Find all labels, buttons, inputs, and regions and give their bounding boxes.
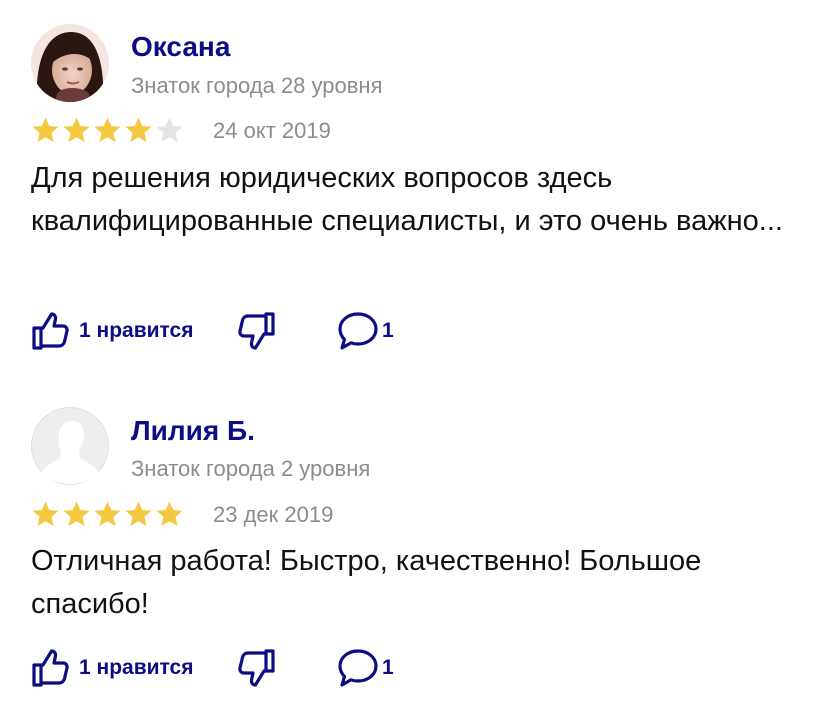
- user-photo-icon: [31, 24, 109, 102]
- avatar[interactable]: [31, 407, 109, 485]
- star-filled-icon: [32, 501, 59, 526]
- rating-stars: [31, 500, 184, 530]
- thumbs-up-icon: [32, 312, 69, 350]
- comment-bubble-icon: [338, 649, 378, 687]
- default-user-icon: [31, 407, 109, 485]
- thumbs-down-icon: [238, 649, 275, 687]
- star-filled-icon: [125, 501, 152, 526]
- star-filled-icon: [125, 117, 152, 142]
- star-empty-icon: [156, 117, 183, 142]
- star-filled-icon: [94, 501, 121, 526]
- review-text: Отличная работа! Быстро, качественно! Бо…: [31, 545, 702, 620]
- comments-button[interactable]: 1: [336, 646, 394, 690]
- author-name[interactable]: Оксана: [131, 30, 230, 64]
- review-date: 23 дек 2019: [213, 502, 334, 527]
- avatar[interactable]: [31, 24, 109, 102]
- like-label: 1 нравится: [79, 656, 194, 679]
- thumbs-down-icon: [238, 312, 275, 350]
- review-date: 24 окт 2019: [213, 118, 331, 143]
- review-actions: 1 нравится 1: [31, 309, 431, 353]
- dislike-button[interactable]: [236, 646, 276, 690]
- comments-count: 1: [382, 656, 394, 679]
- star-filled-icon: [156, 501, 183, 526]
- star-filled-icon: [32, 117, 59, 142]
- star-filled-icon: [63, 117, 90, 142]
- review-text: Для решения юридических вопросов здесь к…: [31, 162, 783, 237]
- star-filled-icon: [63, 501, 90, 526]
- thumbs-up-icon: [32, 649, 69, 687]
- review-card: Лилия Б. Знаток города 2 уровня 23 дек 2…: [0, 390, 828, 715]
- dislike-button[interactable]: [236, 309, 276, 353]
- star-filled-icon: [94, 117, 121, 142]
- review-card: Оксана Знаток города 28 уровня 24 окт 20…: [0, 0, 828, 370]
- author-level: Знаток города 28 уровня: [131, 73, 383, 98]
- comments-count: 1: [382, 319, 394, 342]
- author-name[interactable]: Лилия Б.: [131, 414, 255, 448]
- like-button[interactable]: 1 нравится: [31, 309, 193, 353]
- review-actions: 1 нравится 1: [31, 646, 431, 690]
- comments-button[interactable]: 1: [336, 309, 394, 353]
- like-label: 1 нравится: [79, 319, 194, 342]
- like-button[interactable]: 1 нравится: [31, 646, 193, 690]
- comment-bubble-icon: [338, 312, 378, 350]
- rating-stars: [31, 116, 184, 146]
- author-level: Знаток города 2 уровня: [131, 456, 371, 481]
